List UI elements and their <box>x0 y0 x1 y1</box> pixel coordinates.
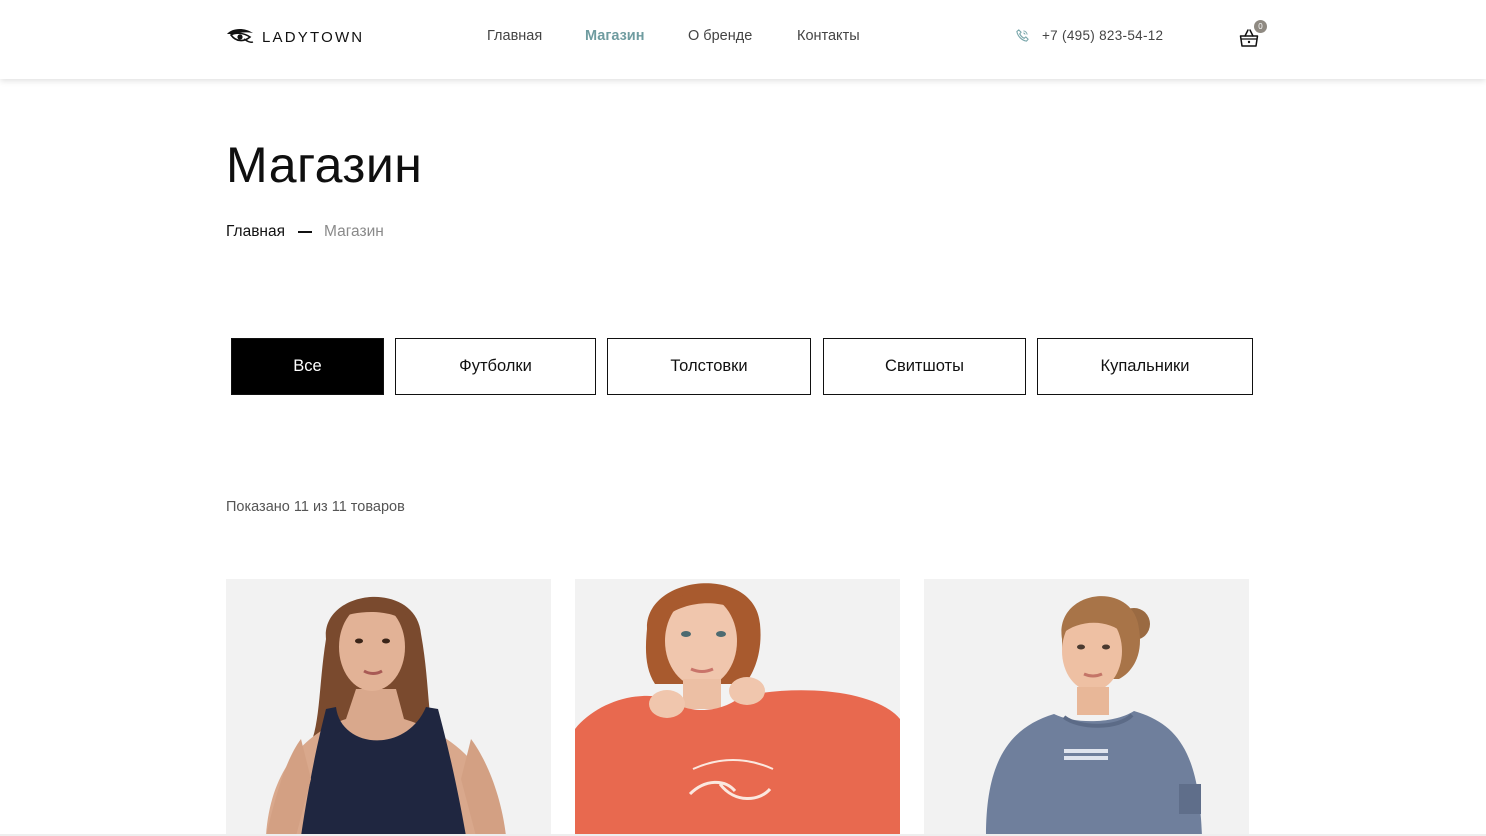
category-filters: Все Футболки Толстовки Свитшоты Купальни… <box>0 338 1486 395</box>
brand-name: LADYTOWN <box>262 28 365 46</box>
page-title: Магазин <box>226 137 423 193</box>
breadcrumb-home-link[interactable]: Главная <box>226 223 285 241</box>
nav-item-shop[interactable]: Магазин <box>585 28 655 44</box>
product-card[interactable] <box>924 579 1249 836</box>
filter-sweatshirts-button[interactable]: Свитшоты <box>823 338 1026 395</box>
filter-all-button[interactable]: Все <box>231 338 384 395</box>
breadcrumb-current: Магазин <box>324 223 384 240</box>
phone-icon <box>1016 29 1029 42</box>
results-count: Показано 11 из 11 товаров <box>226 499 405 515</box>
filter-hoodies-button[interactable]: Толстовки <box>607 338 811 395</box>
product-image-blue-sweatshirt <box>924 579 1249 836</box>
filter-swimsuits-button[interactable]: Купальники <box>1037 338 1253 395</box>
breadcrumb: Главная Магазин <box>226 223 384 241</box>
filter-tshirts-button[interactable]: Футболки <box>395 338 596 395</box>
phone-number: +7 (495) 823-54-12 <box>1042 28 1164 43</box>
nav-item-contacts[interactable]: Контакты <box>797 28 877 44</box>
product-card[interactable] <box>226 579 551 836</box>
eye-icon <box>227 28 254 43</box>
phone-contact[interactable]: +7 (495) 823-54-12 <box>1015 28 1163 43</box>
product-grid <box>0 579 1486 836</box>
product-image-swimsuit <box>226 579 551 836</box>
breadcrumb-separator <box>298 231 312 233</box>
site-header: LADYTOWN Главная Магазин О бренде Контак… <box>0 0 1486 79</box>
cart-count-badge: 0 <box>1254 20 1267 33</box>
nav-item-about[interactable]: О бренде <box>688 28 768 44</box>
brand-logo[interactable]: LADYTOWN <box>226 26 364 48</box>
product-image-coral-sweatshirt <box>575 579 900 836</box>
cart-button[interactable]: 0 <box>1238 20 1267 49</box>
product-card[interactable] <box>575 579 900 836</box>
nav-item-home[interactable]: Главная <box>487 28 547 44</box>
